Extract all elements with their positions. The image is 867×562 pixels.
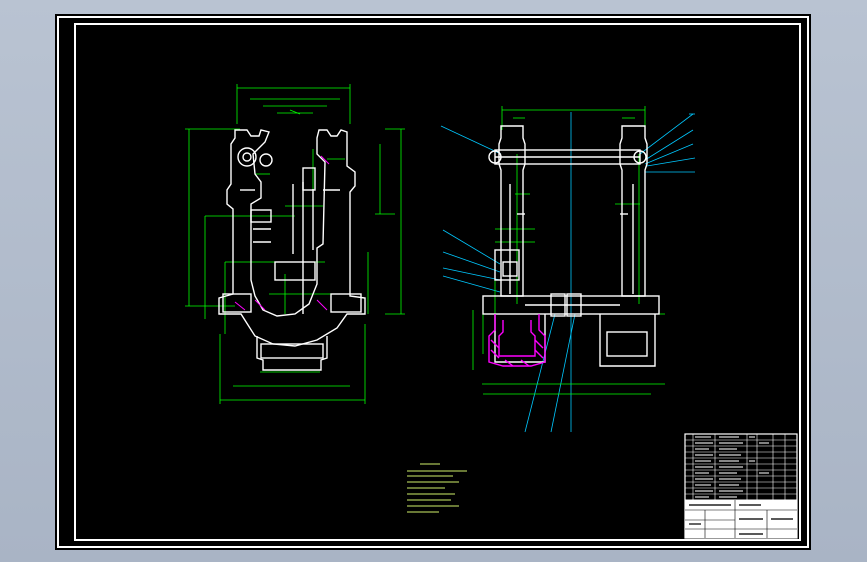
right-hatch — [488, 314, 546, 367]
drawing-canvas — [57, 16, 809, 548]
technical-notes — [407, 463, 467, 513]
left-section-view[interactable] — [185, 84, 405, 404]
title-block[interactable] — [684, 433, 798, 539]
cad-viewport[interactable] — [0, 0, 867, 562]
left-dimensions — [185, 84, 405, 404]
left-body-outline — [218, 129, 366, 371]
right-assembly-view[interactable] — [440, 106, 696, 433]
drawing-sheet — [55, 14, 811, 550]
inner-border — [74, 23, 801, 541]
